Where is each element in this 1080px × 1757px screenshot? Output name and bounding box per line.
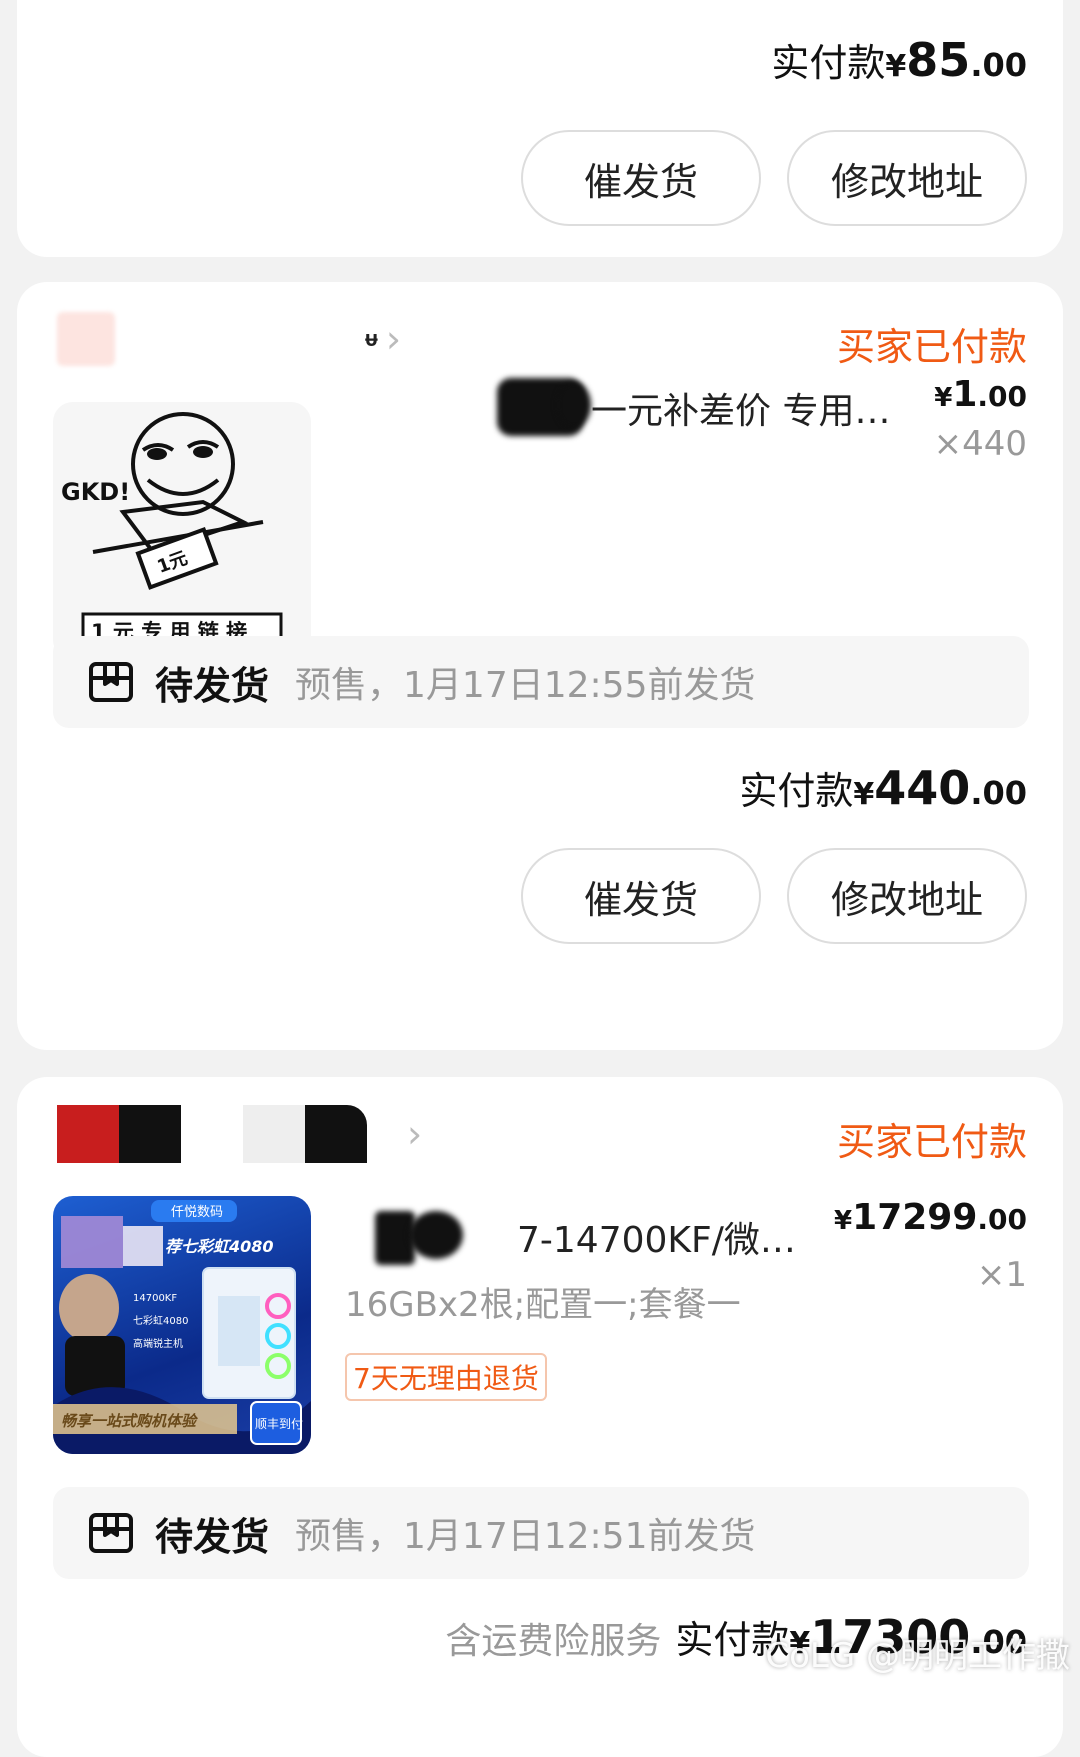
shop-name-redacted <box>181 1105 243 1163</box>
thumb-spec-3: 高端锐主机 <box>133 1337 183 1350</box>
pay-label: 实付款 <box>771 41 886 85</box>
price-decimal: .00 <box>977 1203 1027 1236</box>
product-price: ¥ 1 .00 <box>934 374 1027 415</box>
product-title[interactable]: 7-14700KF/微… <box>517 1211 796 1263</box>
change-address-button[interactable]: 修改地址 <box>787 848 1027 944</box>
shop-logo <box>57 312 115 366</box>
order2-pay-line: 实付款 ¥ 440 .00 <box>739 760 1027 815</box>
pay-amount: 440 <box>874 761 971 815</box>
order-card-1: 实付款 ¥ 85 .00 催发货 修改地址 <box>17 0 1063 257</box>
shop-name-redacted <box>119 1105 181 1163</box>
shop-name-redacted <box>305 1105 367 1163</box>
thumb-brand: 仟悦数码 <box>171 1205 223 1220</box>
shipping-status-bar[interactable]: 待发货 预售，1月17日12:51前发货 <box>53 1487 1029 1579</box>
product-spec: 16GBx2根;配置一;套餐一 <box>345 1285 741 1325</box>
package-icon <box>89 662 133 702</box>
shop-name-redacted <box>115 312 365 366</box>
shipping-note: 预售，1月17日12:51前发货 <box>295 1516 756 1557</box>
product-title[interactable]: 一元补差价 专用… <box>591 382 890 434</box>
product-price: ¥ 17299 .00 <box>834 1197 1027 1238</box>
product-thumbnail[interactable]: GKD! 1元 1 元 专 用 链 接 <box>53 402 311 660</box>
shipping-status: 待发货 <box>155 663 270 708</box>
return-policy-tag: 7天无理由退货 <box>345 1353 547 1401</box>
chevron-right-icon: › <box>385 317 402 361</box>
freight-insurance-note: 含运费险服务 <box>445 1621 662 1662</box>
pay-label: 实付款 <box>739 769 854 813</box>
price-currency: ¥ <box>834 1206 853 1236</box>
thumb-footer: 畅享一站式购机体验 <box>61 1412 199 1430</box>
pay-decimal: .00 <box>970 46 1027 84</box>
package-icon <box>89 1513 133 1553</box>
shipping-status-bar[interactable]: 待发货 预售，1月17日12:55前发货 <box>53 636 1029 728</box>
order-card-2: ᵾ › 买家已付款 GKD! 1元 1 元 专 用 链 接 一元补差价 专用… … <box>17 282 1063 1050</box>
shipping-status: 待发货 <box>155 1514 270 1559</box>
urge-shipment-button[interactable]: 催发货 <box>521 848 761 944</box>
thumb-spec-1: 14700KF <box>133 1293 177 1304</box>
order-status: 买家已付款 <box>836 1120 1027 1164</box>
meme-text: GKD! <box>61 478 130 506</box>
price-currency: ¥ <box>934 383 953 413</box>
meme-illustration: GKD! 1元 1 元 专 用 链 接 <box>61 412 283 650</box>
pay-currency: ¥ <box>853 777 875 812</box>
urge-shipment-button[interactable]: 催发货 <box>521 130 761 226</box>
pay-decimal: .00 <box>970 774 1027 812</box>
thumb-headline: 荐七彩虹4080 <box>165 1237 274 1256</box>
redaction-mark <box>409 1211 463 1259</box>
shipping-note: 预售，1月17日12:55前发货 <box>295 665 756 706</box>
shop-header[interactable]: › <box>57 1105 422 1163</box>
shop-name-redacted <box>243 1105 305 1163</box>
product-thumbnail[interactable]: 仟悦数码 荐七彩虹4080 14700KF 七彩虹4080 高端锐主机 畅享一站… <box>53 1196 311 1454</box>
order1-pay-line: 实付款 ¥ 85 .00 <box>771 32 1027 87</box>
pay-currency: ¥ <box>885 49 907 84</box>
chevron-right-icon: › <box>407 1112 423 1156</box>
price-integer: 17299 <box>852 1197 978 1238</box>
price-decimal: .00 <box>977 380 1027 413</box>
shop-name-fragment: ᵾ <box>365 327 378 352</box>
product-quantity: ×440 <box>933 424 1027 464</box>
product-quantity: ×1 <box>976 1255 1027 1295</box>
shop-logo <box>57 1105 119 1163</box>
thumb-spec-2: 七彩虹4080 <box>133 1315 188 1327</box>
pc-product-illustration: 仟悦数码 荐七彩虹4080 14700KF 七彩虹4080 高端锐主机 畅享一站… <box>53 1200 311 1454</box>
redaction-mark <box>557 382 591 428</box>
price-integer: 1 <box>952 374 978 415</box>
thumb-badge: 顺丰到付 <box>255 1417 303 1431</box>
watermark: CoLG @明明工作撒 <box>765 1636 1070 1676</box>
order-status: 买家已付款 <box>836 325 1027 369</box>
shop-header[interactable]: ᵾ › <box>57 310 401 368</box>
change-address-button[interactable]: 修改地址 <box>787 130 1027 226</box>
pay-amount: 85 <box>906 33 971 87</box>
